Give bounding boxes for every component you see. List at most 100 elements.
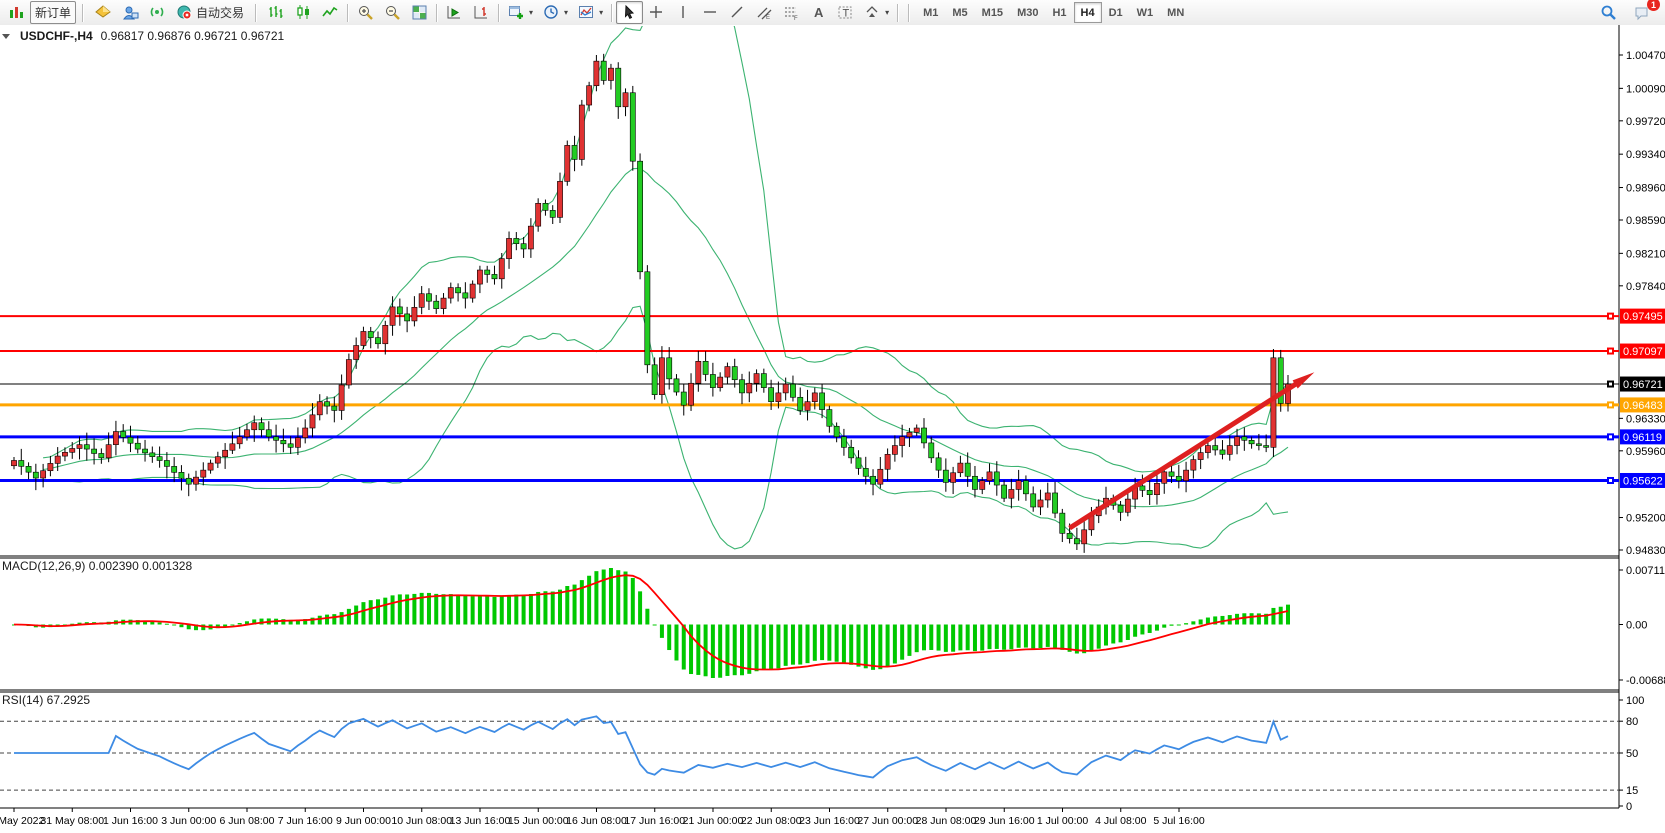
candlestick-mode-button[interactable] — [290, 1, 317, 24]
rsi-tick-label: 50 — [1626, 748, 1638, 760]
search-icon — [1600, 4, 1617, 21]
hline-tool-icon — [702, 4, 719, 21]
fibonacci-tool-button[interactable]: F — [778, 1, 805, 24]
gold-promo-button[interactable] — [90, 1, 117, 24]
tile-windows-button[interactable] — [406, 1, 433, 24]
auto-trading-button[interactable]: 自动交易 — [171, 1, 249, 24]
trendline-tool-button[interactable] — [724, 1, 751, 24]
candlestick-mode-icon — [295, 4, 312, 21]
toolbar-separator — [347, 4, 349, 22]
bollinger-bands — [43, 25, 1288, 549]
label-tool-button[interactable]: T — [832, 1, 859, 24]
time-tick-label: 30 May 2022 — [0, 815, 45, 827]
time-tick-label: 27 Jun 00:00 — [857, 815, 918, 827]
zoom-out-icon — [384, 4, 401, 21]
price-tick-label: 0.98960 — [1626, 183, 1665, 195]
channel-tool-button[interactable]: E — [751, 1, 778, 24]
trendline-tool-icon — [729, 4, 746, 21]
text-tool-button[interactable]: A — [805, 1, 832, 24]
svg-text:A: A — [814, 5, 824, 20]
new-chart-button[interactable]: ▾ — [503, 1, 538, 24]
zoom-in-button[interactable] — [352, 1, 379, 24]
signal-icon — [149, 4, 166, 21]
timeframe-h4-button[interactable]: H4 — [1074, 2, 1102, 23]
macd-tick-label: 0.00711 — [1626, 565, 1665, 577]
chart-menu-icon[interactable] — [2, 34, 10, 39]
line-chart-mode-button[interactable] — [317, 1, 344, 24]
price-badge-label: 0.96119 — [1623, 432, 1662, 444]
timeframe-m15-button[interactable]: M15 — [975, 2, 1010, 23]
timeframe-mn-button[interactable]: MN — [1160, 2, 1191, 23]
ohlc-values: 0.96817 0.96876 0.96721 0.96721 — [101, 29, 285, 43]
toolbar-separator — [498, 4, 500, 22]
time-tick-label: 16 Jun 08:00 — [566, 815, 627, 827]
chart-canvas[interactable]: 1.004701.000900.997200.993400.989600.985… — [0, 25, 1665, 833]
timeframe-m1-button[interactable]: M1 — [916, 2, 945, 23]
price-tick-label: 0.99720 — [1626, 116, 1665, 128]
crosshair-tool-button[interactable] — [643, 1, 670, 24]
new-chart-icon — [508, 4, 525, 21]
line-anchor-dot — [1609, 479, 1612, 482]
line-anchor-dot — [1609, 435, 1612, 438]
time-tick-label: 17 Jun 16:00 — [624, 815, 685, 827]
tile-windows-icon — [411, 4, 428, 21]
notifications-button[interactable]: 1 — [1628, 1, 1655, 24]
time-tick-label: 9 Jun 00:00 — [336, 815, 391, 827]
timeframe-m30-button[interactable]: M30 — [1010, 2, 1045, 23]
auto-scroll-button[interactable] — [441, 1, 468, 24]
price-tick-label: 0.96330 — [1626, 413, 1665, 425]
chart-area[interactable]: USDCHF-,H4 0.96817 0.96876 0.96721 0.967… — [0, 25, 1665, 833]
rsi-tick-label: 80 — [1626, 716, 1638, 728]
cursor-tool-button[interactable] — [616, 1, 643, 24]
timeframe-d1-button[interactable]: D1 — [1102, 2, 1130, 23]
label-tool-icon: T — [837, 4, 854, 21]
rsi-indicator-label: RSI(14) 67.2925 — [2, 693, 90, 707]
time-tick-label: 21 Jun 00:00 — [683, 815, 744, 827]
toolbar-right: 1 — [1595, 1, 1665, 24]
time-tick-label: 4 Jul 08:00 — [1095, 815, 1147, 827]
chevron-down-icon: ▾ — [599, 8, 603, 17]
signals-button[interactable] — [144, 1, 171, 24]
time-tick-label: 28 Jun 08:00 — [916, 815, 977, 827]
chart-title: USDCHF-,H4 0.96817 0.96876 0.96721 0.967… — [2, 29, 284, 43]
text-tool-icon: A — [810, 4, 827, 21]
quick-group: 自动交易 — [87, 0, 252, 25]
gold-icon — [95, 4, 112, 21]
indicators-list-button[interactable]: ▾ — [573, 1, 608, 24]
new-order-button[interactable]: 新订单 — [30, 1, 76, 24]
time-tick-label: 22 Jun 08:00 — [741, 815, 802, 827]
price-tick-label: 0.97840 — [1626, 281, 1665, 293]
chart-shift-button[interactable] — [468, 1, 495, 24]
time-tick-label: 15 Jun 00:00 — [508, 815, 569, 827]
toolbar-separator — [897, 4, 899, 22]
time-tick-label: 31 May 08:00 — [40, 815, 104, 827]
community-button[interactable] — [117, 1, 144, 24]
zoom-out-button[interactable] — [379, 1, 406, 24]
hline-tool-button[interactable] — [697, 1, 724, 24]
chart-shift-icon — [473, 4, 490, 21]
notification-badge: 1 — [1647, 0, 1660, 11]
rsi-line — [14, 716, 1288, 777]
shapes-tool-icon — [864, 4, 881, 21]
price-badge-label: 0.96483 — [1623, 400, 1663, 412]
price-tick-label: 0.98590 — [1626, 215, 1665, 227]
rsi-tick-label: 15 — [1626, 785, 1638, 797]
search-button[interactable] — [1595, 1, 1622, 24]
rsi-tick-label: 100 — [1626, 695, 1644, 707]
timeframe-m5-button[interactable]: M5 — [945, 2, 974, 23]
chart-window-icon-button[interactable] — [3, 1, 30, 24]
timeframe-h1-button[interactable]: H1 — [1045, 2, 1073, 23]
price-tick-label: 0.95960 — [1626, 446, 1665, 458]
time-tick-label: 1 Jun 16:00 — [103, 815, 158, 827]
bar-chart-mode-button[interactable] — [263, 1, 290, 24]
new-order-label: 新订单 — [35, 4, 71, 21]
periods-button[interactable]: ▾ — [538, 1, 573, 24]
shapes-tool-button[interactable]: ▾ — [859, 1, 894, 24]
main-toolbar: 新订单 自动交易 ▾▾▾EFAT▾ M1M5M15M30H1H4D1W1MN 1 — [0, 0, 1665, 26]
timeframe-w1-button[interactable]: W1 — [1130, 2, 1161, 23]
crosshair-tool-icon — [648, 4, 665, 21]
vline-tool-button[interactable] — [670, 1, 697, 24]
time-tick-label: 23 Jun 16:00 — [799, 815, 860, 827]
time-tick-label: 29 Jun 16:00 — [974, 815, 1035, 827]
line-anchor-dot — [1609, 383, 1612, 386]
